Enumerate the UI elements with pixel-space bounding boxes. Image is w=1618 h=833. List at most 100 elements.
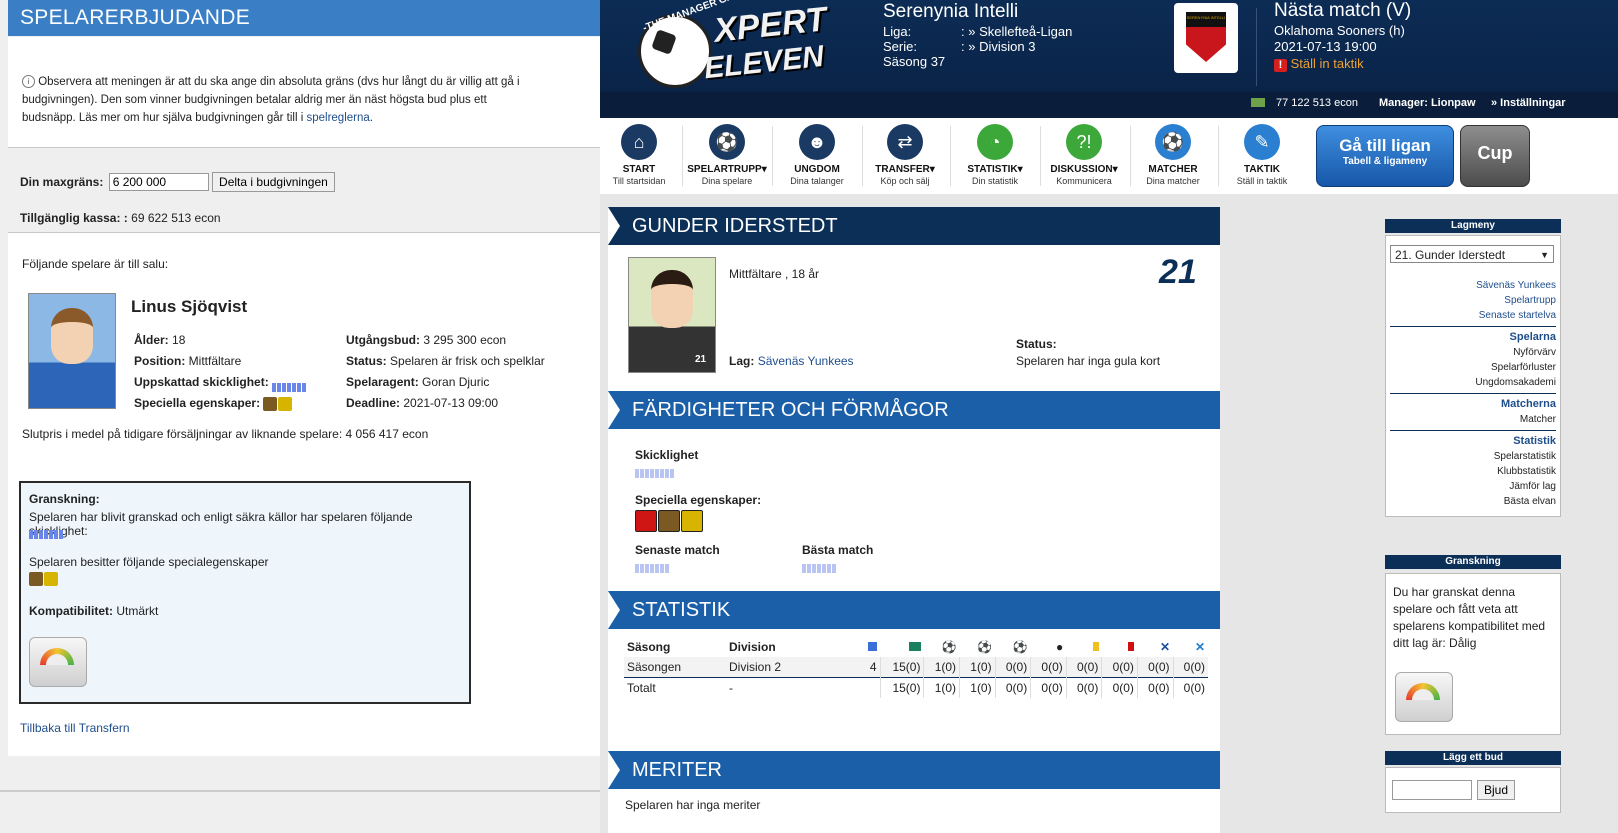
row-season: Säsongen: [627, 660, 682, 674]
tactic-link[interactable]: Ställ in taktik: [1291, 56, 1364, 71]
tactic-warning[interactable]: ! Ställ in taktik: [1274, 56, 1364, 72]
next-opponent[interactable]: Oklahoma Sooners (h): [1274, 23, 1405, 38]
player-select[interactable]: 21. Gunder Iderstedt ▼: [1390, 245, 1554, 263]
menu-link-best-eleven[interactable]: Bästa elvan: [1390, 494, 1556, 509]
skills-section: Skicklighet Speciella egenskaper: Senast…: [608, 429, 1220, 591]
player-desc: Mittfältare , 18 år: [729, 267, 820, 281]
team-info: Liga:: » Skellefteå-Ligan Serie:: » Divi…: [883, 24, 1072, 69]
main-navigation: ⌂ START Till startsidan ⚽ SPELARTRUPP▾ Dina …: [600, 118, 1618, 194]
liga-link[interactable]: : » Skellefteå-Ligan: [961, 24, 1072, 39]
rules-link[interactable]: spelreglerna: [306, 112, 369, 124]
status-heading: Status:: [1016, 337, 1057, 351]
goal-icon: [908, 642, 921, 651]
bid-button[interactable]: Bjud: [1477, 780, 1516, 800]
injury-icon: ✕: [1159, 640, 1170, 654]
compat-gauge-icon: [29, 637, 87, 687]
nav-start[interactable]: ⌂ START Till startsidan: [596, 118, 682, 194]
nav-tactics[interactable]: ✎ TAKTIK Ställ in taktik: [1219, 118, 1305, 194]
stats-icon: ◔: [977, 124, 1013, 160]
stats-header-row: Säsong Division ⚽ ⚽ ⚽ ● ✕ ✕: [624, 637, 1208, 657]
nav-statistics[interactable]: ◔ STATISTIK▾ Din statistik: [952, 118, 1038, 194]
nav-label: STATISTIK▾: [967, 164, 1023, 175]
offer-header: SPELARERBJUDANDE: [8, 0, 614, 36]
nav-matches[interactable]: ⚽ MATCHER Dina matcher: [1130, 118, 1216, 194]
scout-text1: Spelaren har blivit granskad och enligt …: [29, 510, 413, 538]
compat-value: Utmärkt: [116, 604, 159, 618]
player-info-col1: Ålder: 18 Position: Mittfältare Uppskatt…: [134, 330, 307, 414]
nav-transfer[interactable]: ⇄ TRANSFER▾ Köp och sälj: [862, 118, 948, 194]
skill-heading: Skicklighet: [635, 448, 699, 462]
home-icon: ⌂: [621, 124, 657, 160]
scout-sidebar-text: Du har granskat denna spelare och fått v…: [1393, 585, 1546, 650]
xpert-eleven-logo[interactable]: -THE MANAGER GAME- XPERT ELEVEN: [618, 0, 858, 104]
menu-link-team[interactable]: Sävenäs Yunkees: [1390, 278, 1556, 293]
join-bidding-button[interactable]: Delta i budgivningen: [212, 172, 335, 192]
discussion-icon: ?!: [1066, 124, 1102, 160]
settings-link[interactable]: » Inställningar: [1491, 97, 1566, 109]
player-portrait: [28, 293, 116, 409]
scout-box: Granskning: Spelaren har blivit granskad…: [19, 481, 471, 704]
menu-link-signings[interactable]: Nyförvärv: [1390, 345, 1556, 360]
row-cell: 1(0): [923, 677, 961, 698]
deadline-value: 2021-07-13 09:00: [403, 396, 499, 410]
merits-title: MERITER: [632, 759, 722, 781]
go-to-league-button[interactable]: Gå till ligan Tabell & ligameny: [1316, 125, 1454, 187]
menu-link-club-stats[interactable]: Klubbstatistik: [1390, 464, 1556, 479]
club-badge[interactable]: SERENYNIA INTELLI: [1174, 3, 1238, 73]
menu-link-player-stats[interactable]: Spelarstatistik: [1390, 449, 1556, 464]
manager-link[interactable]: Manager: Lionpaw: [1379, 97, 1476, 109]
col-season: Säsong: [627, 640, 671, 654]
max-bid-input[interactable]: [108, 173, 209, 191]
cup-button-label: Cup: [1477, 143, 1513, 163]
position-value: Mittfältare: [188, 354, 242, 368]
games-icon: [868, 642, 877, 651]
nav-discussion[interactable]: ?! DISKUSSION▾ Kommunicera: [1041, 118, 1127, 194]
nav-sublabel: Köp och sälj: [880, 176, 930, 186]
skills-header: FÄRDIGHETER OCH FÖRMÅGOR: [608, 391, 1220, 429]
youth-icon: ☻: [799, 124, 835, 160]
agent-value: Goran Djuric: [422, 375, 490, 389]
statistics-header: STATISTIK: [608, 591, 1220, 629]
for-sale-text: Följande spelare är till salu:: [22, 257, 169, 271]
portrait-number: 21: [695, 354, 707, 365]
status-text: Spelaren har inga gula kort: [1016, 354, 1161, 368]
gear-icon: [263, 396, 278, 411]
merits-header: MERITER: [608, 751, 1220, 789]
back-to-transfer-link[interactable]: Tillbaka till Transfern: [20, 721, 130, 735]
nav-youth[interactable]: ☻ UNGDOM Dina talanger: [774, 118, 860, 194]
table-row: Säsongen Division 2 4 15(0) 1(0) 1(0) 0(…: [624, 657, 1208, 678]
assist-ball-icon: ⚽: [941, 640, 957, 654]
menu-heading-players: Spelarna: [1509, 331, 1556, 343]
nav-sublabel: Ställ in taktik: [1236, 176, 1288, 186]
team-link[interactable]: Sävenäs Yunkees: [758, 354, 854, 368]
table-row: Totalt - 15(0) 1(0) 1(0) 0(0) 0(0) 0(0) …: [624, 677, 1208, 698]
serie-link[interactable]: : » Division 3: [961, 39, 1035, 54]
offer-title: SPELARERBJUDANDE: [20, 6, 251, 29]
ball-dark-icon: ●: [1056, 640, 1064, 654]
last-match-bar: [635, 562, 670, 574]
special-heading: Speciella egenskaper:: [635, 493, 762, 507]
compat-row: Kompatibilitet: Utmärkt: [29, 604, 158, 618]
cash-value: 69 622 513 econ: [131, 211, 221, 225]
nav-label: START: [622, 164, 656, 175]
agent-label: Spelaragent:: [346, 375, 419, 389]
menu-link-losses[interactable]: Spelarförluster: [1390, 360, 1556, 375]
row-cell: 0(0): [1101, 657, 1138, 678]
team-menu-header: Lagmeny: [1385, 219, 1561, 233]
menu-link-matches[interactable]: Matcher: [1390, 412, 1556, 427]
menu-link-squad[interactable]: Spelartrupp: [1390, 293, 1556, 308]
player-page-portrait: 21: [628, 257, 716, 373]
bid-header: Lägg ett bud: [1385, 751, 1561, 765]
menu-link-academy[interactable]: Ungdomsakademi: [1390, 375, 1556, 390]
player-select-value: 21. Gunder Iderstedt: [1395, 248, 1506, 262]
menu-link-lineup[interactable]: Senaste startelva: [1390, 308, 1556, 323]
best-match-heading: Bästa match: [802, 543, 874, 557]
bid-input[interactable]: [1392, 780, 1472, 800]
menu-heading-matches: Matcherna: [1500, 398, 1556, 410]
nav-squad[interactable]: ⚽ SPELARTRUPP▾ Dina spelare: [684, 118, 770, 194]
chevron-down-icon: ▼: [1540, 250, 1549, 260]
player-number: 21: [1159, 253, 1197, 291]
yellow-card-icon: [1092, 642, 1099, 651]
cup-button[interactable]: Cup: [1460, 125, 1530, 187]
menu-link-compare[interactable]: Jämför lag: [1390, 479, 1556, 494]
